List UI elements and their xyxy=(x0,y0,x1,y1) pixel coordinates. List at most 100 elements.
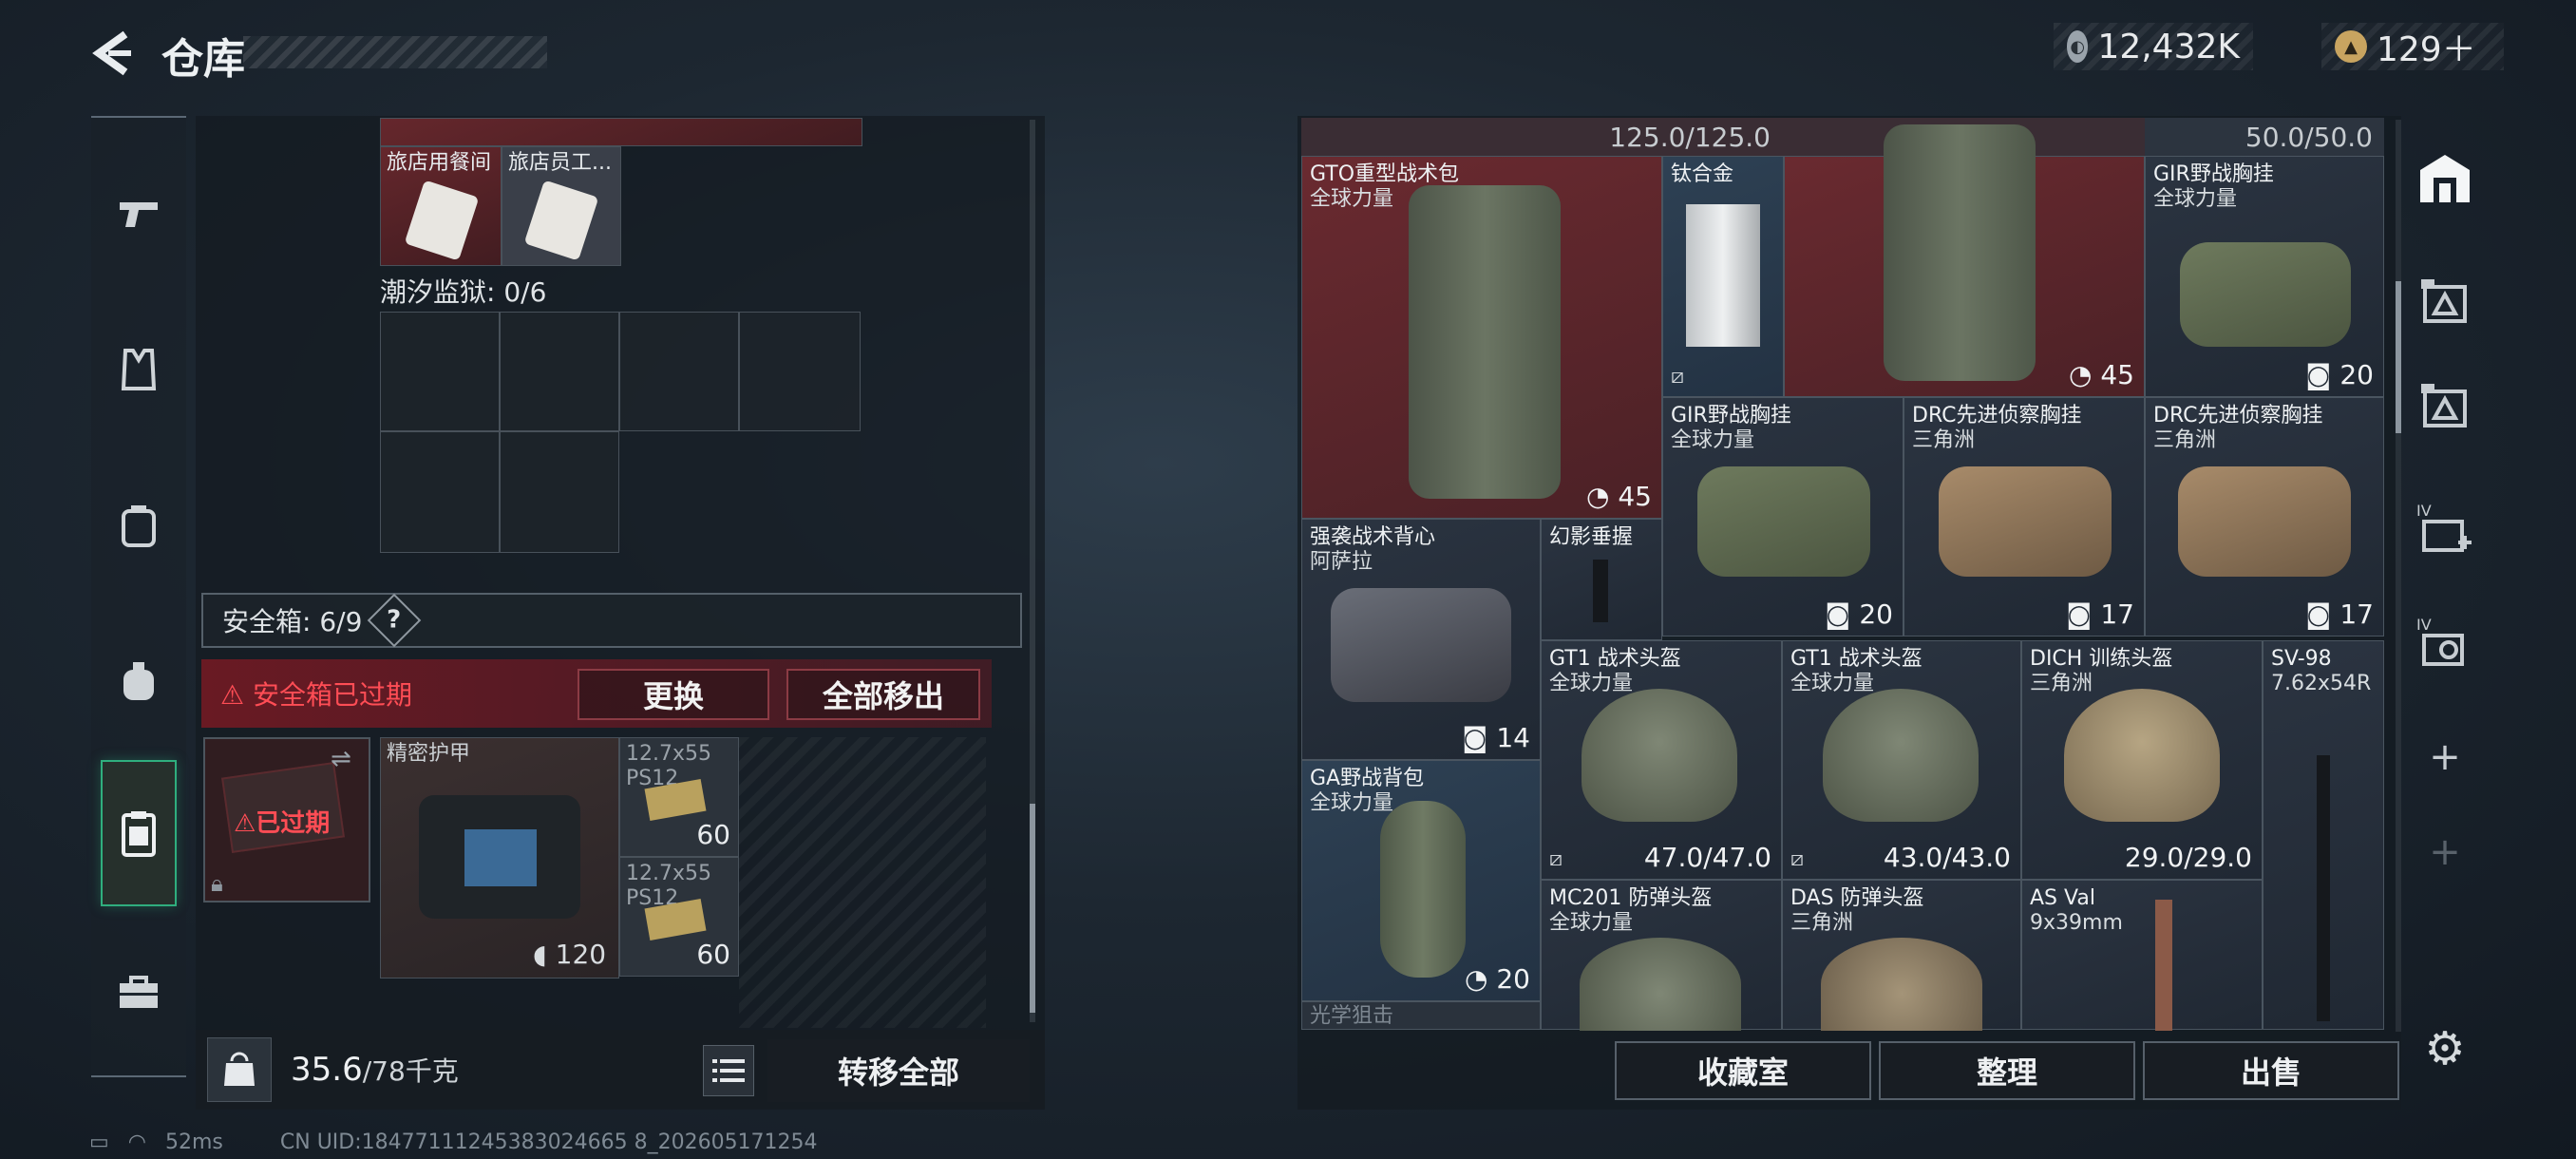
scroll-thumb[interactable] xyxy=(1030,804,1035,1013)
gear-icon: ⚙ xyxy=(2424,1022,2466,1075)
collection-button[interactable]: 收藏室 xyxy=(1615,1041,1871,1100)
left-scrollbar[interactable] xyxy=(1030,120,1035,1022)
item-ammo-2[interactable]: 12.7x55 PS12 60 xyxy=(619,857,739,977)
item-label: SV-98 7.62x54R xyxy=(2271,647,2372,695)
list-icon xyxy=(712,1059,745,1082)
sidebar-item-vest[interactable] xyxy=(101,317,177,422)
item-phantom-grip[interactable]: 幻影垂握 xyxy=(1541,519,1662,640)
item-precision-armor[interactable]: 精密护甲 ◖ 120 xyxy=(380,737,619,978)
sidebar-item-safebox[interactable] xyxy=(101,760,177,906)
silver-value: 12,432K xyxy=(2097,27,2240,66)
sidebar-item-case[interactable] xyxy=(101,940,177,1045)
item-backpack-2[interactable]: ◔ 45 xyxy=(1784,124,2145,397)
locked-area xyxy=(739,737,986,1028)
ammo-count: 60 xyxy=(696,939,730,970)
top-partial-3[interactable]: 50.0/50.0 xyxy=(2145,118,2384,156)
swap-icon[interactable]: ⇌ xyxy=(331,745,351,773)
title-decoration xyxy=(243,36,547,68)
item-dich-helmet[interactable]: DICH 训练头盔 三角洲 29.0/29.0 xyxy=(2021,640,2263,880)
backpack-icon xyxy=(122,505,156,547)
item-as-val[interactable]: AS Val 9x39mm xyxy=(2021,880,2263,1031)
item-gto-backpack[interactable]: GTO重型战术包 全球力量 ◔ 45 xyxy=(1301,156,1662,519)
item-mc201-helmet[interactable]: MC201 防弹头盔 全球力量 xyxy=(1541,880,1782,1031)
item-drc-chest-rig-1[interactable]: DRC先进侦察胸挂 三角洲 ◙ 17 xyxy=(1904,397,2145,636)
sell-button[interactable]: 出售 xyxy=(2143,1041,2399,1100)
item-inn-dining[interactable]: 旅店用餐间 xyxy=(380,146,502,266)
item-optic-sniper[interactable]: 光学狙击 xyxy=(1301,1001,1541,1030)
remove-all-button[interactable]: 全部移出 xyxy=(786,669,980,720)
back-arrow-icon xyxy=(92,30,131,76)
partial-item-row[interactable] xyxy=(380,118,862,146)
item-das-helmet[interactable]: DAS 防弹头盔 三角洲 xyxy=(1782,880,2021,1031)
top-partial-1[interactable]: 125.0/125.0 xyxy=(1301,118,1784,156)
tab-box-4[interactable]: IV xyxy=(2409,486,2481,572)
item-drc-chest-rig-2[interactable]: DRC先进侦察胸挂 三角洲 ◙ 17 xyxy=(2145,397,2384,636)
grid-slot[interactable] xyxy=(739,312,861,431)
item-count: ◙ 17 xyxy=(2305,598,2374,630)
item-gir-chest-rig-2[interactable]: GIR野战胸挂 全球力量 ◙ 20 xyxy=(1662,397,1904,636)
sidebar-item-weapon[interactable] xyxy=(101,162,177,266)
item-sv98[interactable]: SV-98 7.62x54R xyxy=(2263,640,2384,1030)
tab-icon-5: IV xyxy=(2416,616,2464,666)
right-scrollbar[interactable] xyxy=(2396,120,2401,1032)
item-count: ◙ 20 xyxy=(1825,598,1893,630)
item-gir-chest-rig-1[interactable]: GIR野战胸挂 全球力量 ◙ 20 xyxy=(2145,156,2384,397)
left-sidebar xyxy=(91,116,186,1077)
item-label: DRC先进侦察胸挂 三角洲 xyxy=(2153,404,2323,452)
item-label: 精密护甲 xyxy=(387,742,471,766)
add-icon: + xyxy=(2429,735,2461,779)
item-titanium[interactable]: 钛合金 ⧄ xyxy=(1662,156,1784,397)
armor-image xyxy=(419,795,580,919)
tab-box-5[interactable]: IV xyxy=(2409,600,2481,686)
helmet-durability: 47.0/47.0 xyxy=(1643,842,1771,873)
tab-box-2[interactable] xyxy=(2409,363,2481,448)
settings-button[interactable]: ⚙ xyxy=(2418,1022,2472,1075)
backpack-image xyxy=(1409,185,1561,499)
svg-text:IV: IV xyxy=(2416,616,2432,634)
item-gt1-helmet-2[interactable]: GT1 战术头盔 全球力量 ⧄ 43.0/43.0 xyxy=(1782,640,2021,880)
replace-button[interactable]: 更换 xyxy=(578,669,769,720)
titanium-image xyxy=(1686,204,1760,347)
weight-icon xyxy=(207,1037,272,1102)
item-ga-backpack[interactable]: GA野战背包 全球力量 ◔ 20 xyxy=(1301,760,1541,1001)
item-inn-staff[interactable]: 旅店员工... xyxy=(502,146,621,266)
tab-icon-4: IV xyxy=(2416,502,2472,552)
safebox-slot[interactable]: ⇌ ⚠已过期 🔒︎ xyxy=(203,737,370,902)
item-label: 钛合金 xyxy=(1671,162,1734,186)
item-label: DRC先进侦察胸挂 三角洲 xyxy=(1912,404,2082,452)
item-gt1-helmet-1[interactable]: GT1 战术头盔 全球力量 ⧄ 47.0/47.0 xyxy=(1541,640,1782,880)
list-view-button[interactable] xyxy=(703,1045,754,1096)
tab-warehouse[interactable] xyxy=(2409,135,2481,220)
sidebar-item-pouch[interactable] xyxy=(101,629,177,733)
expired-badge: ⚠已过期 xyxy=(234,809,331,838)
scroll-thumb[interactable] xyxy=(2396,281,2401,433)
help-button[interactable]: ? xyxy=(368,593,422,648)
grid-slot[interactable] xyxy=(500,431,619,553)
item-assault-vest[interactable]: 强袭战术背心 阿萨拉 ◙ 14 xyxy=(1301,519,1541,760)
sort-button[interactable]: 整理 xyxy=(1879,1041,2135,1100)
grid-slot[interactable] xyxy=(619,312,739,431)
weight-max: /78千克 xyxy=(362,1055,459,1087)
battery-icon: ▭ xyxy=(89,1130,109,1154)
tab-box-1[interactable] xyxy=(2409,258,2481,344)
top-counter: 50.0/50.0 xyxy=(2245,122,2373,153)
add-tab-button-disabled: + xyxy=(2409,809,2481,895)
tab-icon-1 xyxy=(2421,279,2467,323)
unbound-icon: ⧄ xyxy=(1549,847,1563,871)
uid-text: CN UID:18477111245383024665 8_2026051712… xyxy=(279,1130,818,1154)
item-count: ◙ 14 xyxy=(1462,722,1530,753)
item-ammo-1[interactable]: 12.7x55 PS12 60 xyxy=(619,737,739,857)
grid-slot[interactable] xyxy=(380,431,500,553)
grid-slot[interactable] xyxy=(500,312,619,431)
back-button[interactable] xyxy=(87,27,141,80)
add-tab-button[interactable]: + xyxy=(2409,714,2481,800)
weight-value: 35.6/78千克 xyxy=(291,1051,459,1089)
right-sidebar: IV IV + + xyxy=(2405,116,2485,1110)
sidebar-item-backpack[interactable] xyxy=(101,473,177,578)
ping-value: 52ms xyxy=(165,1130,223,1154)
rifle-image xyxy=(2155,900,2172,1031)
gold-currency[interactable]: ▲ 129＋ xyxy=(2321,23,2504,70)
transfer-all-button[interactable]: 转移全部 xyxy=(767,1039,1030,1102)
grid-slot[interactable] xyxy=(380,312,500,431)
item-label: 幻影垂握 xyxy=(1549,525,1634,549)
